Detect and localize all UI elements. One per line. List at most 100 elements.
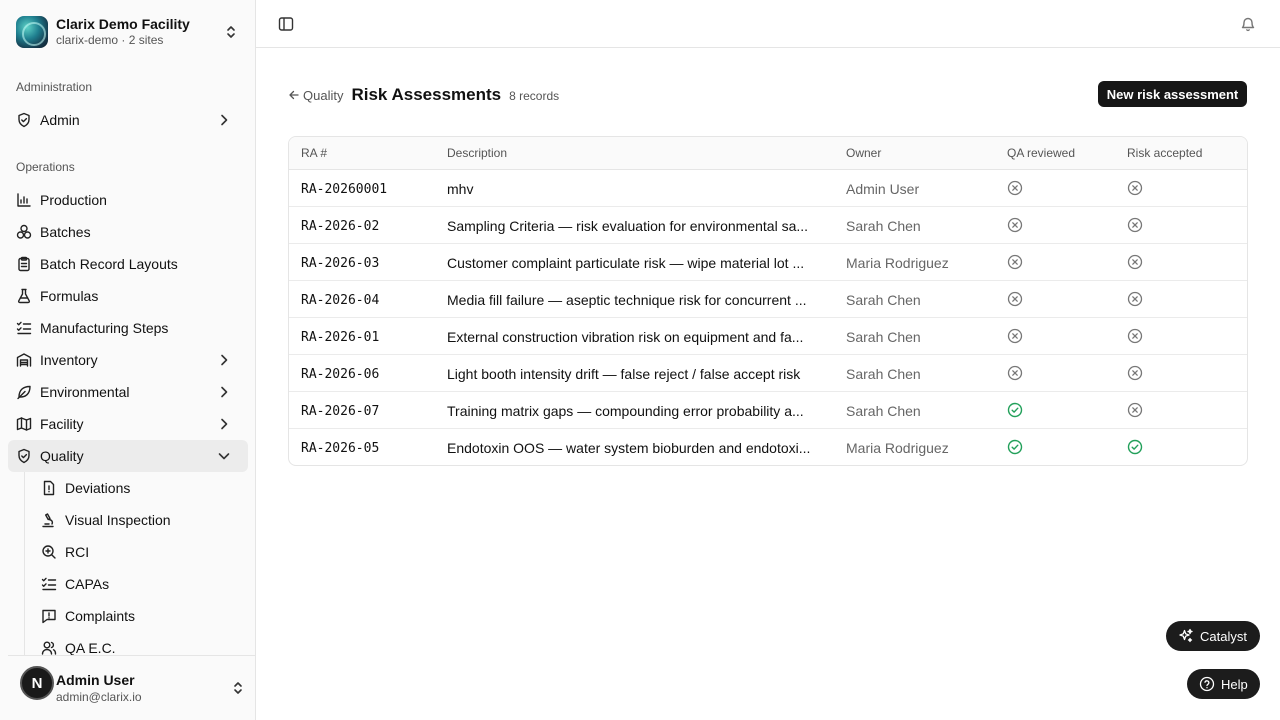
sidebar-item-production[interactable]: Production [8, 184, 248, 216]
sidebar-item-admin[interactable]: Admin [8, 104, 248, 136]
risk-accepted-status [1127, 402, 1143, 418]
column-header-description[interactable]: Description [447, 146, 507, 160]
ra-number: RA-2026-07 [301, 404, 380, 419]
user-email: admin@clarix.io [56, 690, 142, 704]
search-zoom-icon [41, 544, 57, 560]
sidebar-subitem-visual-inspection[interactable]: Visual Inspection [33, 506, 248, 534]
description: mhv [447, 181, 474, 197]
x-circle-icon [1127, 254, 1143, 270]
chevron-down-icon [216, 448, 232, 464]
bell-icon[interactable] [1240, 16, 1256, 32]
arrow-left-icon [288, 89, 300, 101]
table-row[interactable]: RA-2026-01 External construction vibratio… [289, 318, 1247, 355]
sidebar-item-quality[interactable]: Quality [8, 440, 248, 472]
sidebar-subitem-label: Deviations [65, 480, 131, 496]
owner: Maria Rodriguez [846, 440, 949, 456]
risk-accepted-status [1127, 439, 1143, 455]
column-header-ra[interactable]: RA # [301, 146, 327, 160]
owner: Sarah Chen [846, 292, 921, 308]
org-logo [16, 16, 48, 48]
qa-reviewed-status [1007, 180, 1023, 196]
sidebar-subitem-label: Complaints [65, 608, 136, 624]
users-icon [41, 640, 57, 656]
sidebar-subitem-label: CAPAs [65, 576, 110, 592]
sidebar-item-batch-record-layouts[interactable]: Batch Record Layouts [8, 248, 248, 280]
user-menu[interactable]: N Admin User admin@clarix.io [8, 655, 255, 720]
org-switcher[interactable]: Clarix Demo Facility clarix-demo · 2 sit… [8, 8, 248, 56]
check-circle-icon [1127, 439, 1143, 455]
x-circle-icon [1007, 328, 1023, 344]
sidebar-subitem-complaints[interactable]: Complaints [33, 602, 248, 630]
ra-number: RA-2026-06 [301, 367, 380, 382]
risk-assessments-table: RA # Description Owner QA reviewed Risk … [288, 136, 1248, 466]
sidebar-item-label: Batch Record Layouts [40, 256, 178, 272]
sidebar-item-manufacturing-steps[interactable]: Manufacturing Steps [8, 312, 248, 344]
user-name: Admin User [56, 672, 135, 688]
ra-number: RA-2026-04 [301, 293, 380, 308]
sidebar-item-label: Production [40, 192, 107, 208]
chevron-right-icon [216, 112, 232, 128]
help-label: Help [1221, 676, 1248, 692]
sidebar-item-formulas[interactable]: Formulas [8, 280, 248, 312]
sidebar-subitem-label: Visual Inspection [65, 512, 171, 528]
x-circle-icon [1127, 328, 1143, 344]
x-circle-icon [1127, 402, 1143, 418]
description: Customer complaint particulate risk — wi… [447, 255, 805, 271]
x-circle-icon [1007, 217, 1023, 233]
org-subtitle: clarix-demo · 2 sites [56, 33, 164, 48]
table-row[interactable]: RA-2026-03 Customer complaint particulate… [289, 244, 1247, 281]
list-checks-icon [16, 320, 32, 336]
flask-icon [16, 288, 32, 304]
column-header-qa-reviewed[interactable]: QA reviewed [1007, 146, 1075, 160]
table-row[interactable]: RA-20260001 mhv Admin User [289, 170, 1247, 207]
ra-number: RA-2026-03 [301, 256, 380, 271]
ra-number: RA-20260001 [301, 182, 388, 197]
new-risk-assessment-button[interactable]: New risk assessment [1098, 81, 1247, 107]
column-header-owner[interactable]: Owner [846, 146, 881, 160]
back-link[interactable]: Quality [288, 88, 343, 103]
help-button[interactable]: Help [1187, 669, 1260, 699]
owner: Sarah Chen [846, 403, 921, 419]
leaf-icon [16, 384, 32, 400]
x-circle-icon [1127, 217, 1143, 233]
description: Media fill failure — aseptic technique r… [447, 292, 807, 308]
sidebar-item-environmental[interactable]: Environmental [8, 376, 248, 408]
table-row[interactable]: RA-2026-06 Light booth intensity drift — … [289, 355, 1247, 392]
description: Training matrix gaps — compounding error… [447, 403, 804, 419]
risk-accepted-status [1127, 180, 1143, 196]
warehouse-icon [16, 352, 32, 368]
table-header: RA # Description Owner QA reviewed Risk … [289, 137, 1247, 170]
x-circle-icon [1007, 254, 1023, 270]
description: External construction vibration risk on … [447, 329, 804, 345]
description: Endotoxin OOS — water system bioburden a… [447, 440, 811, 456]
submenu-guide-line [24, 472, 25, 662]
table-row[interactable]: RA-2026-07 Training matrix gaps — compoun… [289, 392, 1247, 429]
sidebar-item-label: Formulas [40, 288, 99, 304]
catalyst-button[interactable]: Catalyst [1166, 621, 1260, 651]
ra-number: RA-2026-05 [301, 441, 380, 456]
top-bar [256, 0, 1280, 48]
sidebar-subitem-rci[interactable]: RCI [33, 538, 248, 566]
description: Light booth intensity drift — false reje… [447, 366, 801, 382]
table-row[interactable]: RA-2026-04 Media fill failure — aseptic t… [289, 281, 1247, 318]
owner: Sarah Chen [846, 366, 921, 382]
record-count: 8 records [509, 89, 560, 103]
clipboard-icon [16, 256, 32, 272]
org-name: Clarix Demo Facility [56, 16, 190, 33]
sidebar-subitem-capas[interactable]: CAPAs [33, 570, 248, 598]
table-row[interactable]: RA-2026-05 Endotoxin OOS — water system b… [289, 429, 1247, 465]
sidebar-item-label: Batches [40, 224, 91, 240]
sidebar-subitem-deviations[interactable]: Deviations [33, 474, 248, 502]
chevron-up-down-icon [224, 24, 238, 40]
sidebar-toggle-icon[interactable] [278, 16, 294, 32]
x-circle-icon [1127, 180, 1143, 196]
owner: Admin User [846, 181, 920, 197]
table-row[interactable]: RA-2026-02 Sampling Criteria — risk evalu… [289, 207, 1247, 244]
sidebar-item-batches[interactable]: Batches [8, 216, 248, 248]
sidebar-item-inventory[interactable]: Inventory [8, 344, 248, 376]
x-circle-icon [1127, 365, 1143, 381]
owner: Maria Rodriguez [846, 255, 949, 271]
column-header-risk-accepted[interactable]: Risk accepted [1127, 146, 1202, 160]
sidebar-item-facility[interactable]: Facility [8, 408, 248, 440]
map-icon [16, 416, 32, 432]
